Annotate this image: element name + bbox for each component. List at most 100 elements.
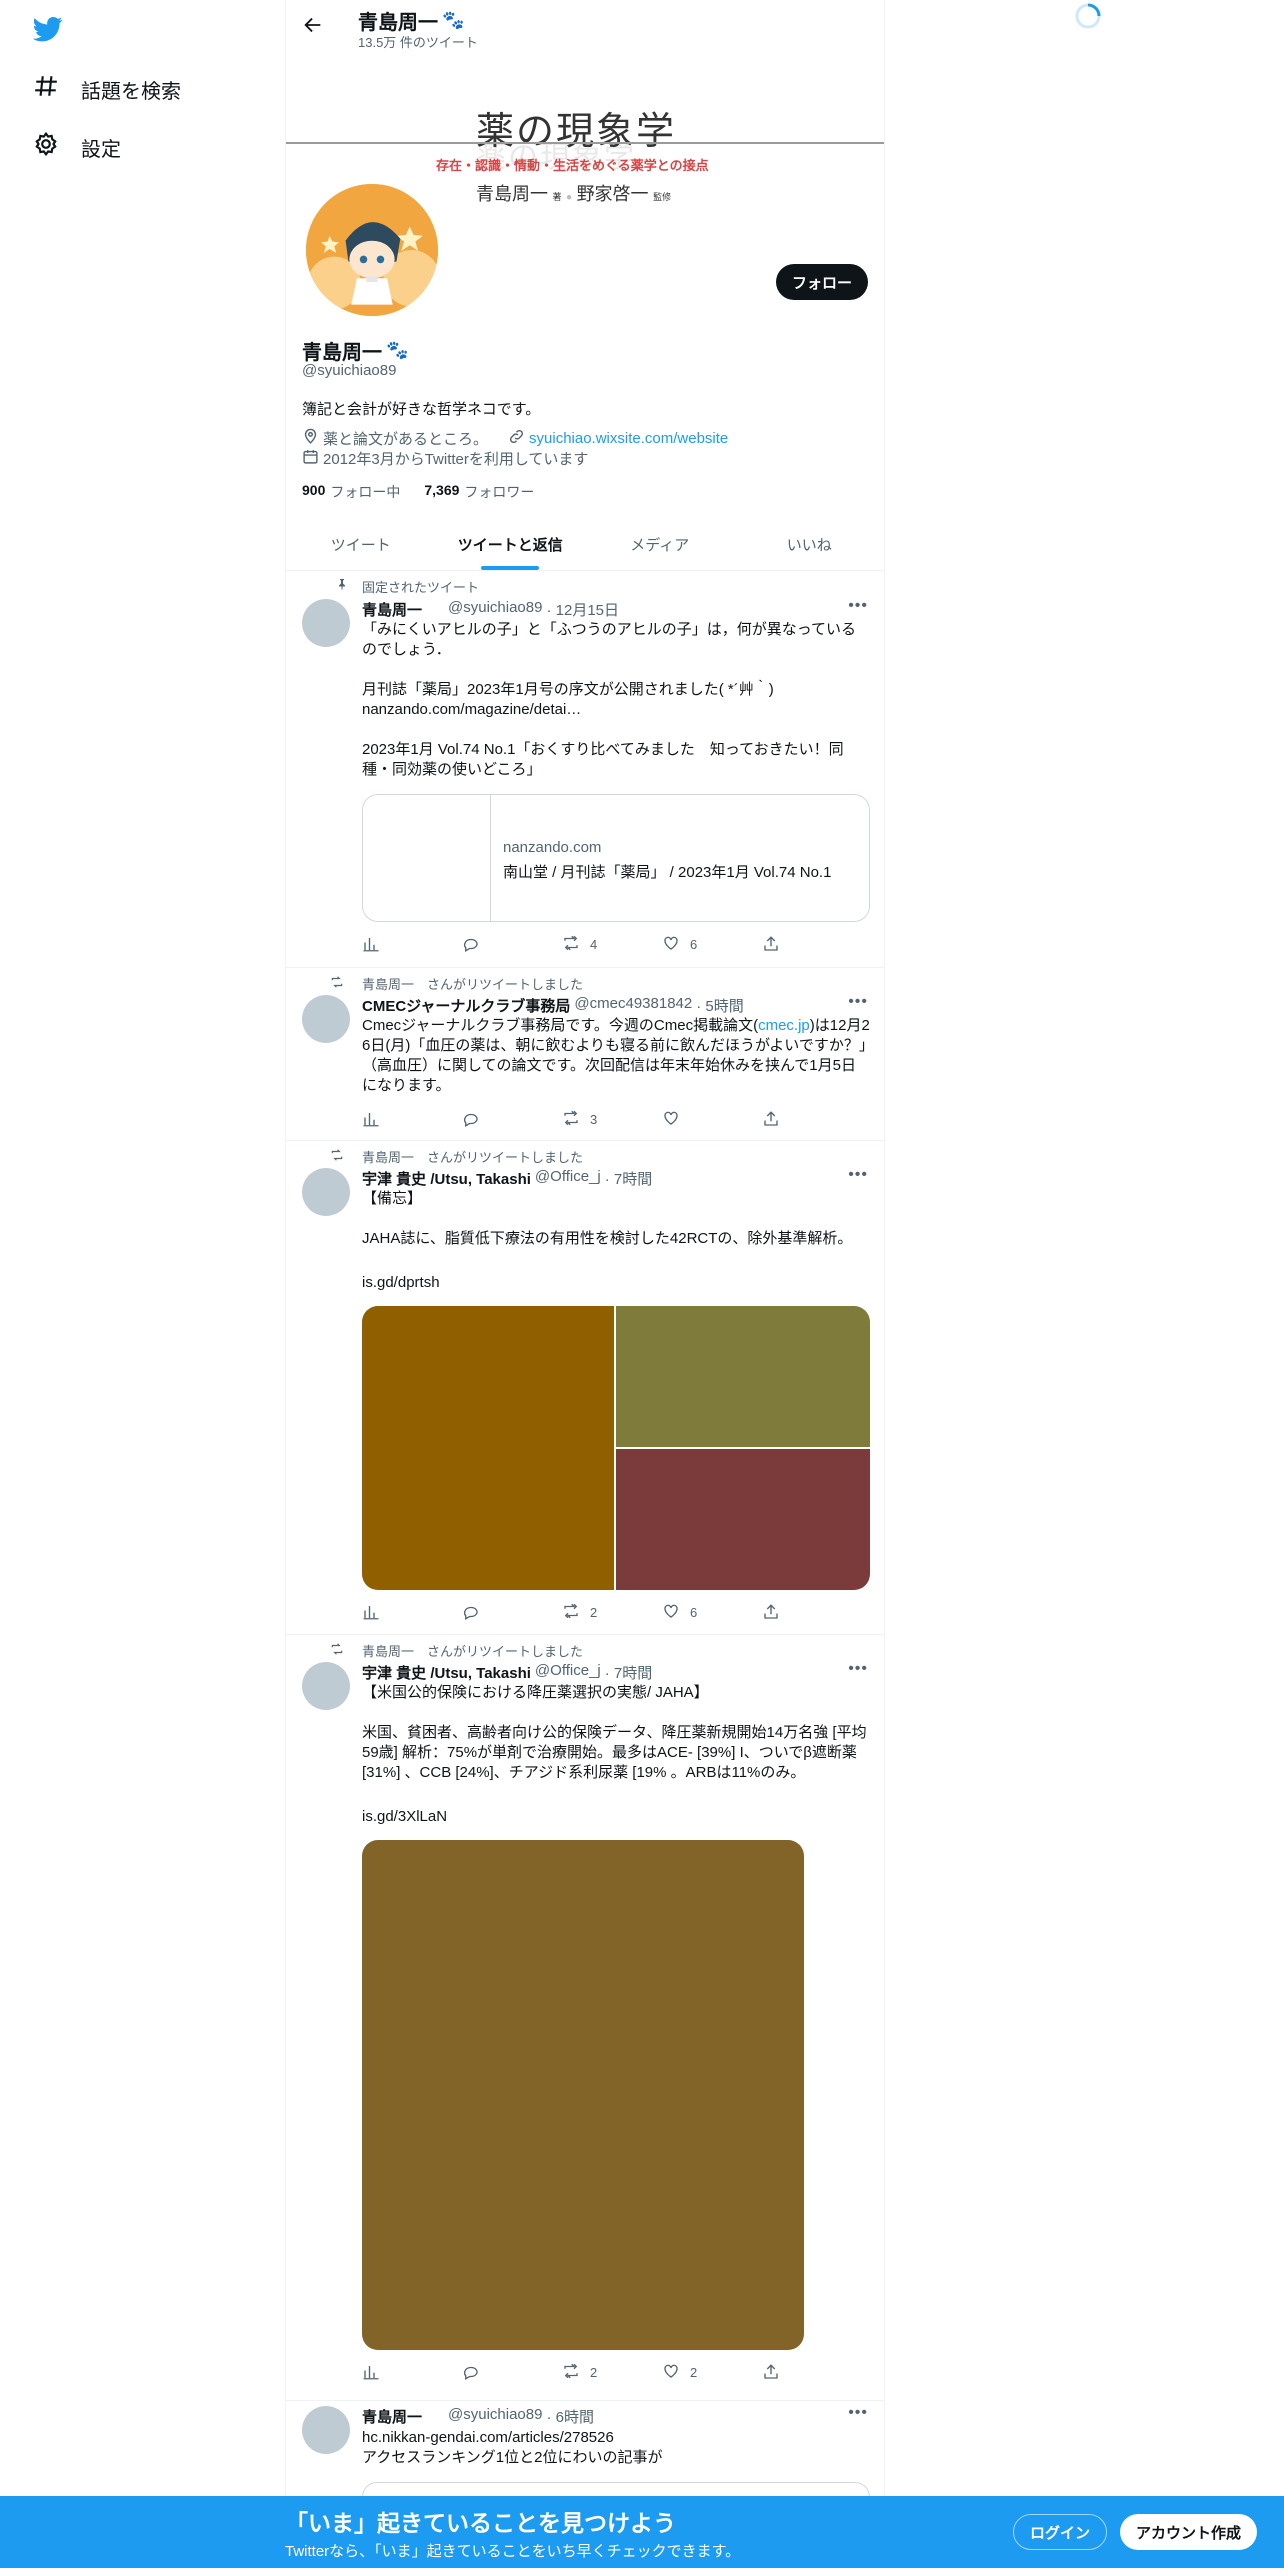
reply-icon[interactable] <box>462 934 502 954</box>
like-button[interactable] <box>662 1109 702 1129</box>
left-nav: 話題を検索 設定 <box>0 0 285 2568</box>
link-card[interactable]: nanzando.com 南山堂 / 月刊誌「薬局」 / 2023年1月 Vol… <box>362 794 870 922</box>
share-icon[interactable] <box>762 2362 802 2382</box>
tweet-link[interactable]: is.gd/3XlLaN <box>362 1807 870 1827</box>
loading-spinner-icon <box>1074 2 1102 30</box>
tweet-time[interactable]: · 7時間 <box>605 1662 653 1683</box>
tweet-link[interactable]: hc.nikkan-gendai.com/articles/278526 <box>362 2428 870 2448</box>
twitter-logo-icon[interactable] <box>32 14 63 44</box>
like-count: 6 <box>690 936 698 952</box>
tweet-text: 「みにくいアヒルの子」と「ふつうのアヒルの子」は，何が異なっているのでしょう． … <box>362 621 856 698</box>
profile-website[interactable]: syuichiao.wixsite.com/website <box>529 430 728 447</box>
tweet-inline-link[interactable]: cmec.jp <box>758 1017 810 1034</box>
nav-explore-label: 話題を検索 <box>81 80 181 103</box>
paw-icon: 🐾 <box>442 10 465 30</box>
media-image-1[interactable] <box>362 1306 614 1590</box>
tab-tweets-replies[interactable]: ツイートと返信 <box>436 518 586 570</box>
more-icon[interactable]: ••• <box>848 1660 868 1678</box>
profile-location-row: 薬と論文があるところ。 syuichiao.wixsite.com/websit… <box>302 428 728 449</box>
tweet-link[interactable]: is.gd/dprtsh <box>362 1273 870 1293</box>
followers-link[interactable]: 7,369 フォロワー <box>424 482 534 502</box>
reply-icon[interactable] <box>462 1109 502 1129</box>
retweet-button[interactable]: 3 <box>562 1109 602 1129</box>
tweet-header: CMECジャーナルクラブ事務局 @cmec49381842 · 5時間 <box>362 995 744 1016</box>
tab-likes[interactable]: いいね <box>735 518 885 570</box>
analytics-icon[interactable] <box>362 1602 402 1622</box>
like-button[interactable]: 2 <box>662 2362 702 2382</box>
tweet-retweet-utsu-2[interactable]: 青島周一 さんがリツイートしました 宇津 貴史 /Utsu, Takashi @… <box>286 1636 884 2401</box>
tab-media[interactable]: メディア <box>585 518 735 570</box>
tweet-retweet-cmec[interactable]: 青島周一 さんがリツイートしました CMECジャーナルクラブ事務局 @cmec4… <box>286 969 884 1141</box>
tweet-author-name[interactable]: CMECジャーナルクラブ事務局 <box>362 995 570 1016</box>
analytics-icon[interactable] <box>362 2362 402 2382</box>
paw-icon: 🐾 <box>386 340 409 360</box>
tweet-link[interactable]: nanzando.com/magazine/detai… <box>362 700 870 720</box>
retweeted-by-label[interactable]: 青島周一 さんがリツイートしました <box>362 1147 583 1166</box>
card-domain: nanzando.com <box>503 839 602 856</box>
tweet-author-name[interactable]: 青島周一 <box>362 2406 422 2427</box>
pin-icon <box>336 578 348 593</box>
avatar[interactable] <box>302 2406 350 2454</box>
media-image-3[interactable] <box>616 1449 870 1590</box>
tweet-text: アクセスランキング1位と2位にわいの記事が <box>362 2449 663 2466</box>
tweet-time[interactable]: · 7時間 <box>605 1168 653 1189</box>
share-icon[interactable] <box>762 934 802 954</box>
retweeted-by-label[interactable]: 青島周一 さんがリツイートしました <box>362 1641 583 1660</box>
reply-icon[interactable] <box>462 2362 502 2382</box>
media-image-2[interactable] <box>616 1306 870 1447</box>
tweet-pinned[interactable]: 固定されたツイート 青島周一 @syuichiao89 · 12月15日 •••… <box>286 572 884 968</box>
like-button[interactable]: 6 <box>662 1602 702 1622</box>
tweet-author-handle[interactable]: @cmec49381842 <box>574 995 692 1016</box>
follow-button[interactable]: フォロー <box>775 264 868 300</box>
tweet-author-handle[interactable]: @Office_j <box>535 1662 601 1683</box>
tweet-retweet-utsu-1[interactable]: 青島周一 さんがリツイートしました 宇津 貴史 /Utsu, Takashi @… <box>286 1142 884 1635</box>
nav-explore[interactable]: 話題を検索 <box>33 73 181 105</box>
nav-settings[interactable]: 設定 <box>33 131 121 163</box>
retweet-count: 2 <box>590 2364 598 2380</box>
tweet-author-name[interactable]: 青島周一 <box>362 599 422 620</box>
like-button[interactable]: 6 <box>662 934 702 954</box>
tweet-author-handle[interactable]: @Office_j <box>535 1168 601 1189</box>
heart-icon <box>662 1109 680 1130</box>
more-icon[interactable]: ••• <box>848 2404 868 2422</box>
retweet-small-icon <box>330 975 344 992</box>
analytics-icon[interactable] <box>362 1109 402 1129</box>
like-count: 2 <box>690 2364 698 2380</box>
share-icon[interactable] <box>762 1109 802 1129</box>
tweet-author-name[interactable]: 宇津 貴史 /Utsu, Takashi <box>362 1662 531 1683</box>
tweet-time[interactable]: · 5時間 <box>696 995 744 1016</box>
reply-icon[interactable] <box>462 1602 502 1622</box>
back-arrow-icon[interactable] <box>302 14 326 38</box>
retweeted-by-label[interactable]: 青島周一 さんがリツイートしました <box>362 974 583 993</box>
tweet-time[interactable]: · 12月15日 <box>546 599 619 620</box>
tweet-nikkan[interactable]: 青島周一 @syuichiao89 · 6時間 ••• hc.nikkan-ge… <box>286 2402 884 2512</box>
tab-tweets[interactable]: ツイート <box>286 518 436 570</box>
profile-avatar[interactable] <box>302 180 442 320</box>
avatar[interactable] <box>302 995 350 1043</box>
more-icon[interactable]: ••• <box>848 993 868 1011</box>
retweet-button[interactable]: 2 <box>562 2362 602 2382</box>
more-icon[interactable]: ••• <box>848 1166 868 1184</box>
retweet-count: 2 <box>590 1604 598 1620</box>
signup-button[interactable]: アカウント作成 <box>1120 2514 1258 2550</box>
tweet-time[interactable]: · 6時間 <box>546 2406 594 2427</box>
retweet-button[interactable]: 2 <box>562 1602 602 1622</box>
profile-name-row: 青島周一 🐾 <box>302 336 408 365</box>
media-grid[interactable] <box>362 1306 870 1590</box>
following-link[interactable]: 900 フォロー中 <box>302 482 400 502</box>
retweet-small-icon <box>330 1148 344 1165</box>
share-icon[interactable] <box>762 1602 802 1622</box>
tweet-author-handle[interactable]: @syuichiao89 <box>448 2406 542 2427</box>
avatar[interactable] <box>302 599 350 647</box>
login-button[interactable]: ログイン <box>1013 2514 1108 2550</box>
avatar[interactable] <box>302 1168 350 1216</box>
media-image[interactable] <box>362 1840 804 2350</box>
more-icon[interactable]: ••• <box>848 597 868 615</box>
analytics-icon[interactable] <box>362 934 402 954</box>
tweet-author-handle[interactable]: @syuichiao89 <box>448 599 542 620</box>
retweet-button[interactable]: 4 <box>562 934 602 954</box>
tweet-author-name[interactable]: 宇津 貴史 /Utsu, Takashi <box>362 1168 531 1189</box>
tweet-header: 青島周一 @syuichiao89 · 6時間 <box>362 2406 594 2427</box>
avatar[interactable] <box>302 1662 350 1710</box>
profile-tabs: ツイート ツイートと返信 メディア いいね <box>286 518 884 571</box>
